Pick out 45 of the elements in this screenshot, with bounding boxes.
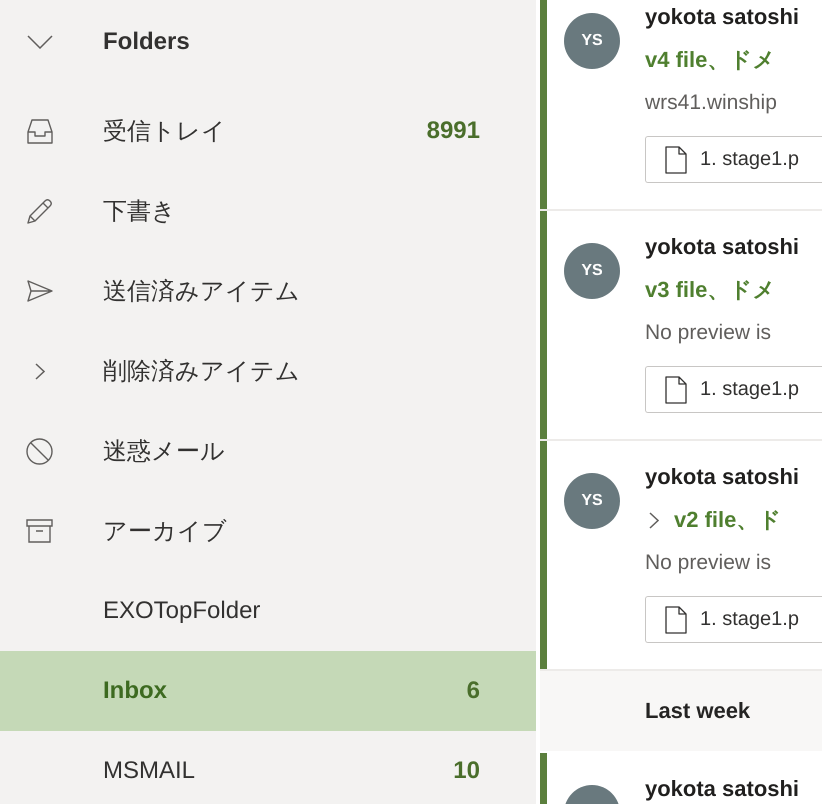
avatar-icon (564, 785, 620, 804)
sender-name: yokota satoshi (645, 4, 800, 30)
folder-item[interactable]: アーカイブ (0, 491, 536, 571)
archive-box-icon (26, 519, 53, 543)
folder-item[interactable]: EXOTopFolder (0, 571, 536, 651)
pencil-icon (26, 197, 53, 225)
folder-item[interactable]: 削除済みアイテム (0, 331, 536, 411)
avatar-icon: YS (564, 473, 620, 529)
avatar-icon: YS (564, 13, 620, 69)
avatar-icon: YS (564, 243, 620, 299)
folders-header[interactable]: Folders (0, 0, 536, 84)
inbox-tray-icon (26, 118, 52, 144)
sender-name: yokota satoshi (645, 464, 800, 490)
message-item[interactable]: YS yokota satoshi v3 file、ドメ No preview is 1. stage1.p (540, 211, 822, 441)
folder-item[interactable]: Inbox 6 (0, 651, 536, 731)
attachment-chip[interactable]: 1. stage1.p (645, 596, 822, 643)
preview-text: wrs41.winship (645, 90, 778, 116)
subject-text: v2 file、ド (674, 506, 782, 534)
preview-text: No preview is (645, 550, 772, 576)
file-icon (665, 606, 687, 634)
message-item[interactable]: YS yokota satoshi v4 file、ドメ wrs41.winship 1. stage1.p (540, 0, 822, 211)
folder-item[interactable]: 送信済みアイテム (0, 251, 536, 331)
attachment-chip[interactable]: 1. stage1.p (645, 366, 822, 413)
preview-text: No preview is (645, 320, 772, 346)
unread-count: 6 (466, 677, 480, 705)
send-icon (26, 280, 52, 302)
unread-count: 10 (453, 757, 480, 785)
chevron-down-icon[interactable] (26, 35, 52, 49)
unread-count: 8991 (426, 117, 480, 145)
folder-item[interactable]: 下書き (0, 171, 536, 251)
file-icon (665, 376, 687, 404)
blocked-icon (26, 438, 53, 464)
folder-item[interactable]: 迷惑メール (0, 411, 536, 491)
folder-item[interactable]: 受信トレイ 8991 (0, 91, 536, 171)
chevron-right-icon[interactable] (649, 512, 659, 528)
message-item[interactable]: YS yokota satoshi v2 file、ド No preview is 1. stage1.p (540, 441, 822, 671)
subject-text: v3 file、ドメ (645, 276, 776, 304)
subject-text: v4 file、ドメ (645, 46, 776, 74)
chevron-right-icon[interactable] (34, 362, 44, 380)
attachment-chip[interactable]: 1. stage1.p (645, 136, 822, 183)
sender-name: yokota satoshi (645, 776, 800, 802)
folder-item[interactable]: MSMAIL 10 (0, 731, 536, 804)
date-group-header: Last week (540, 671, 822, 751)
file-icon (665, 146, 687, 174)
sender-name: yokota satoshi (645, 234, 800, 260)
